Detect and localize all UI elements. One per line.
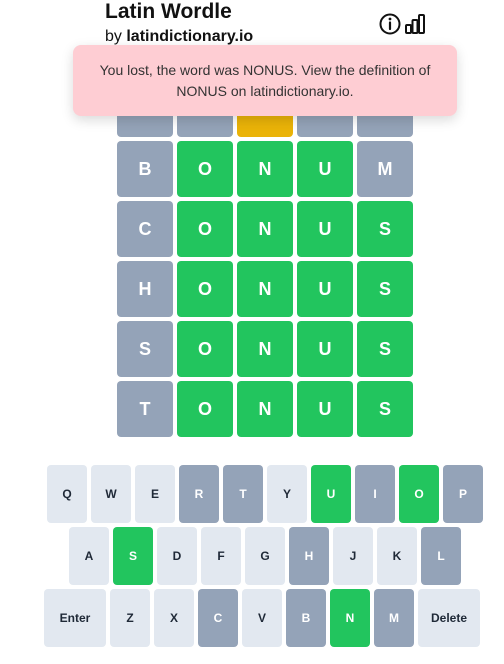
key-m[interactable]: M bbox=[374, 589, 414, 647]
board-tile: C bbox=[117, 201, 173, 257]
board-tile: S bbox=[357, 261, 413, 317]
board-tile: H bbox=[117, 261, 173, 317]
key-b[interactable]: B bbox=[286, 589, 326, 647]
key-enter[interactable]: Enter bbox=[44, 589, 106, 647]
board-tile: U bbox=[297, 201, 353, 257]
key-e[interactable]: E bbox=[135, 465, 175, 523]
board-tile: O bbox=[177, 141, 233, 197]
key-delete[interactable]: Delete bbox=[418, 589, 480, 647]
key-f[interactable]: F bbox=[201, 527, 241, 585]
toast-message: You lost, the word was NONUS. View the d… bbox=[99, 61, 431, 99]
byline-prefix: by bbox=[105, 28, 122, 45]
board-tile: N bbox=[237, 261, 293, 317]
info-button[interactable] bbox=[378, 12, 402, 36]
key-i[interactable]: I bbox=[355, 465, 395, 523]
board-tile: O bbox=[177, 381, 233, 437]
key-q[interactable]: Q bbox=[47, 465, 87, 523]
key-g[interactable]: G bbox=[245, 527, 285, 585]
key-t[interactable]: T bbox=[223, 465, 263, 523]
key-k[interactable]: K bbox=[377, 527, 417, 585]
key-v[interactable]: V bbox=[242, 589, 282, 647]
key-w[interactable]: W bbox=[91, 465, 131, 523]
key-y[interactable]: Y bbox=[267, 465, 307, 523]
board-tile: U bbox=[297, 381, 353, 437]
key-z[interactable]: Z bbox=[110, 589, 150, 647]
bar-chart-icon bbox=[405, 14, 425, 34]
key-s[interactable]: S bbox=[113, 527, 153, 585]
header: Latin Wordle by latindictionary.io bbox=[105, 0, 425, 48]
board-tile: N bbox=[237, 141, 293, 197]
board-tile: U bbox=[297, 261, 353, 317]
board-tile: S bbox=[357, 321, 413, 377]
board-tile: O bbox=[177, 321, 233, 377]
app-title: Latin Wordle bbox=[105, 0, 232, 23]
board-tile: O bbox=[177, 201, 233, 257]
key-h[interactable]: H bbox=[289, 527, 329, 585]
key-p[interactable]: P bbox=[443, 465, 483, 523]
key-n[interactable]: N bbox=[330, 589, 370, 647]
key-o[interactable]: O bbox=[399, 465, 439, 523]
stats-button[interactable] bbox=[403, 12, 427, 36]
board-tile: O bbox=[177, 261, 233, 317]
board-tile: N bbox=[237, 201, 293, 257]
board-tile: B bbox=[117, 141, 173, 197]
result-toast: You lost, the word was NONUS. View the d… bbox=[73, 45, 457, 116]
board-tile: S bbox=[117, 321, 173, 377]
board-tile: U bbox=[297, 141, 353, 197]
board-tile: N bbox=[237, 381, 293, 437]
key-x[interactable]: X bbox=[154, 589, 194, 647]
board-tile: N bbox=[237, 321, 293, 377]
byline: by latindictionary.io bbox=[105, 27, 253, 47]
info-icon bbox=[379, 13, 401, 35]
key-r[interactable]: R bbox=[179, 465, 219, 523]
key-u[interactable]: U bbox=[311, 465, 351, 523]
site-link[interactable]: latindictionary.io bbox=[126, 28, 253, 45]
key-l[interactable]: L bbox=[421, 527, 461, 585]
board-tile: M bbox=[357, 141, 413, 197]
board-tile: U bbox=[297, 321, 353, 377]
board-tile: T bbox=[117, 381, 173, 437]
key-d[interactable]: D bbox=[157, 527, 197, 585]
board-tile: S bbox=[357, 201, 413, 257]
board-tile: S bbox=[357, 381, 413, 437]
key-c[interactable]: C bbox=[198, 589, 238, 647]
key-j[interactable]: J bbox=[333, 527, 373, 585]
key-a[interactable]: A bbox=[69, 527, 109, 585]
